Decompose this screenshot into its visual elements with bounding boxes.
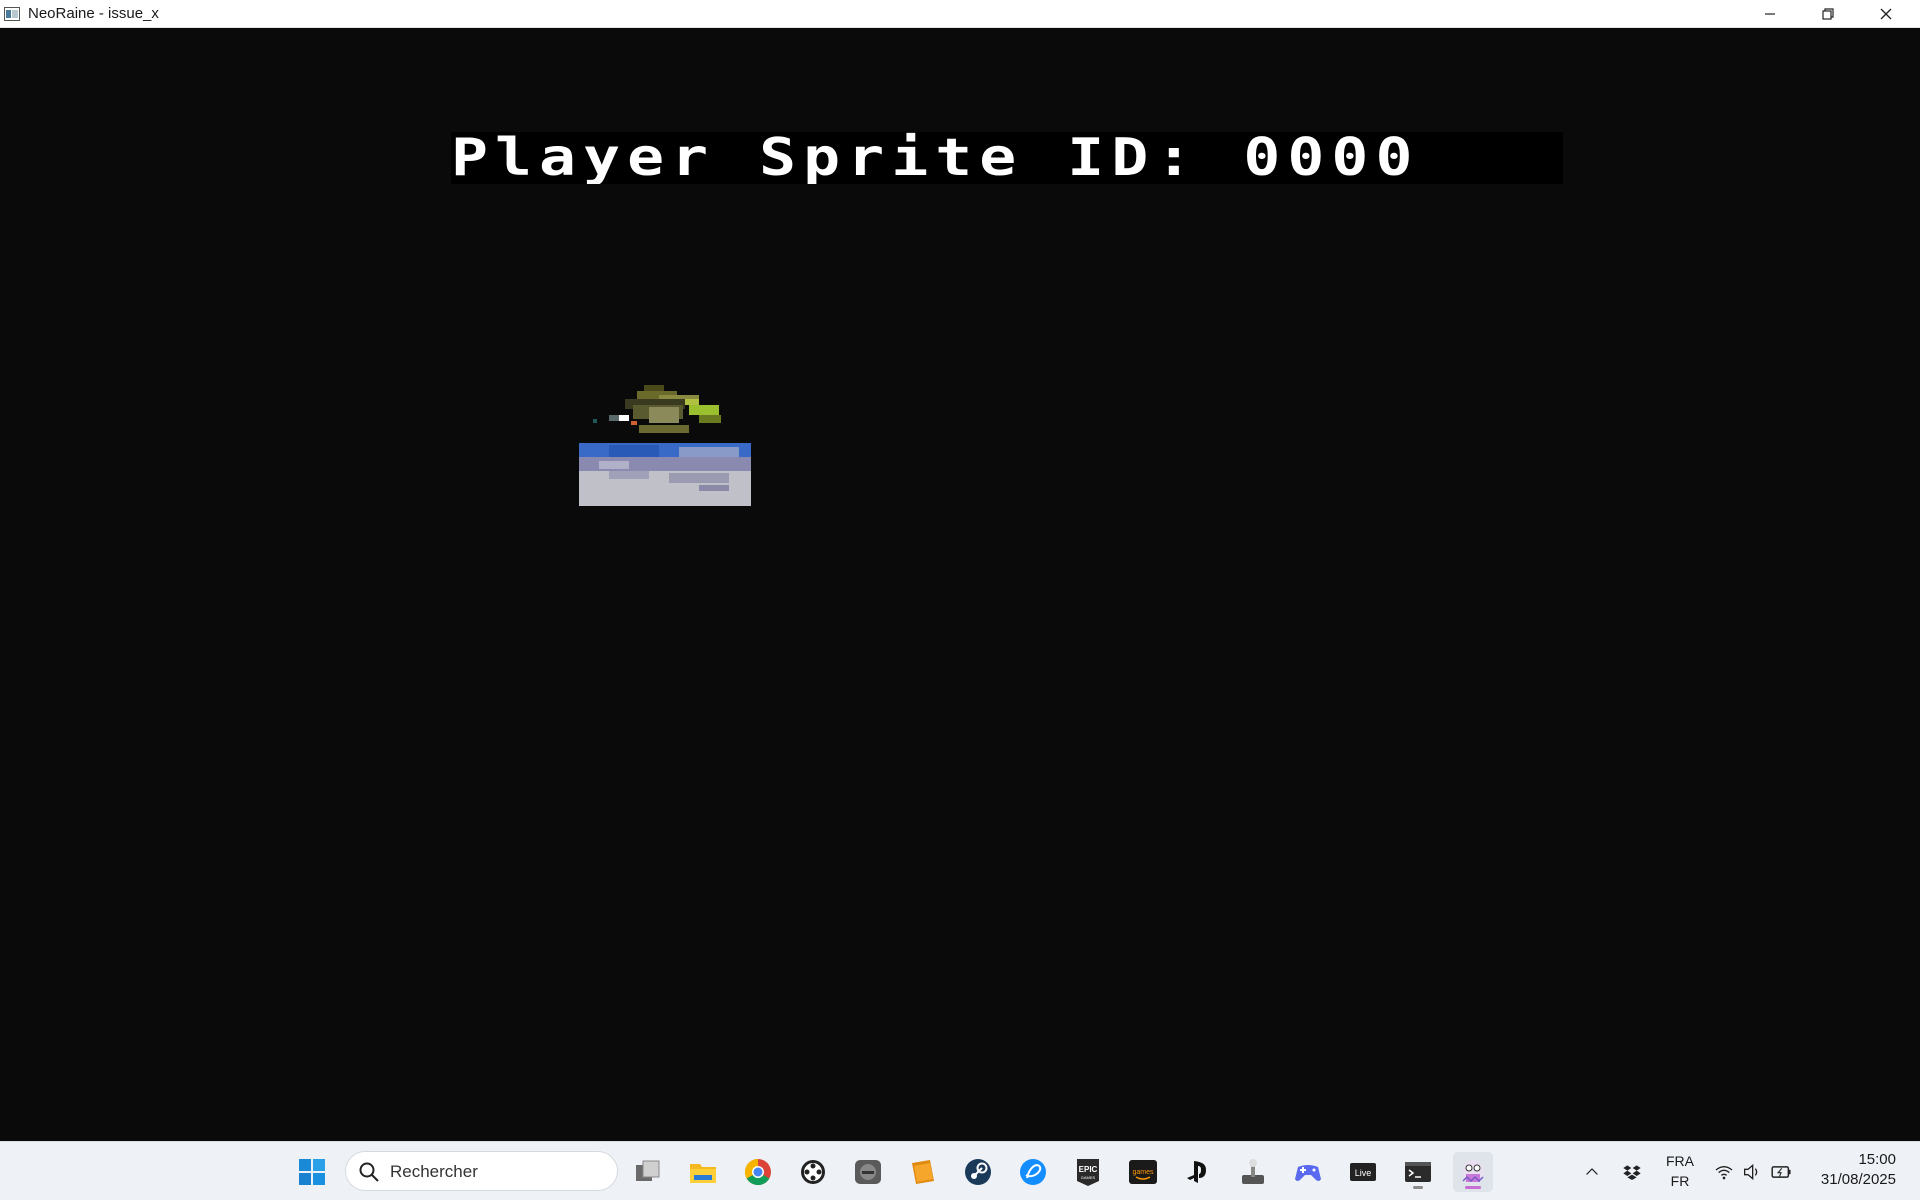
clock-time: 15:00 xyxy=(1858,1151,1896,1168)
epic-games-button[interactable]: EPIC GAMES xyxy=(1068,1152,1108,1192)
epic-games-icon: EPIC GAMES xyxy=(1077,1159,1099,1186)
svg-text:EPIC: EPIC xyxy=(1079,1165,1098,1174)
terminal-button[interactable] xyxy=(1398,1152,1438,1192)
sprite-title-banner: Player Sprite ID: 0000 xyxy=(451,132,1563,184)
svg-text:Live: Live xyxy=(1355,1168,1372,1178)
chrome-icon xyxy=(744,1158,771,1186)
amazon-games-button[interactable]: games xyxy=(1123,1152,1163,1192)
joystick-icon xyxy=(1242,1159,1264,1184)
live-button[interactable]: Live xyxy=(1343,1152,1383,1192)
steam-icon xyxy=(965,1159,991,1185)
dropbox-tray-button[interactable] xyxy=(1612,1152,1652,1192)
steam-button[interactable] xyxy=(958,1152,998,1192)
clock[interactable]: 15:00 31/08/2025 xyxy=(1821,1150,1896,1190)
controller-button[interactable] xyxy=(1288,1152,1328,1192)
folder-app-icon xyxy=(912,1160,934,1184)
gamepad-launcher-button[interactable] xyxy=(793,1152,833,1192)
language-indicator[interactable]: FRA FR xyxy=(1660,1151,1700,1191)
task-view-icon xyxy=(636,1160,660,1181)
retro-console-button[interactable] xyxy=(848,1152,888,1192)
active-indicator xyxy=(1465,1186,1481,1189)
keyboard-layout: FR xyxy=(1670,1173,1690,1189)
minimize-button[interactable] xyxy=(1741,0,1799,28)
joystick-button[interactable] xyxy=(1233,1152,1273,1192)
playstation-icon xyxy=(1187,1161,1206,1183)
window-titlebar: NeoRaine - issue_x xyxy=(0,0,1920,28)
clock-date: 31/08/2025 xyxy=(1820,1171,1896,1188)
chrome-button[interactable] xyxy=(738,1152,778,1192)
task-view-button[interactable] xyxy=(628,1152,668,1192)
restore-button[interactable] xyxy=(1799,0,1857,28)
sprite-title-text: Player Sprite ID: 0000 xyxy=(451,132,1420,184)
search-input[interactable]: Rechercher xyxy=(345,1151,618,1191)
search-placeholder: Rechercher xyxy=(390,1162,478,1181)
live-icon: Live xyxy=(1350,1163,1376,1181)
amazon-games-icon: games xyxy=(1129,1160,1157,1184)
battlenet-button[interactable] xyxy=(1013,1152,1053,1192)
minimize-icon xyxy=(1765,13,1775,15)
chevron-up-icon xyxy=(1586,1168,1598,1175)
windows-start-icon xyxy=(299,1159,325,1185)
taskbar: Rechercher EPIC GAMES games Live FRA FR … xyxy=(0,1141,1920,1200)
app-icon xyxy=(4,7,20,21)
network-volume-battery-button[interactable] xyxy=(1708,1152,1798,1192)
svg-text:games: games xyxy=(1132,1169,1154,1176)
neoraine-icon xyxy=(1462,1160,1484,1183)
folder-app-button[interactable] xyxy=(903,1152,943,1192)
dropbox-icon xyxy=(1623,1165,1641,1180)
game-viewport[interactable]: Player Sprite ID: 0000 xyxy=(0,28,1920,1141)
svg-text:GAMES: GAMES xyxy=(1081,1175,1096,1180)
restore-icon xyxy=(1822,8,1834,20)
controller-icon xyxy=(1295,1165,1321,1181)
volume-icon xyxy=(1744,1163,1758,1181)
language-code: FRA xyxy=(1666,1153,1694,1169)
battery-icon xyxy=(1771,1166,1791,1178)
spaceship-over-water-sprite xyxy=(579,385,751,506)
wifi-icon xyxy=(1715,1166,1733,1180)
close-icon xyxy=(1880,8,1892,20)
gamepad-launcher-icon xyxy=(801,1160,825,1184)
close-button[interactable] xyxy=(1857,0,1915,28)
window-title: NeoRaine - issue_x xyxy=(28,5,159,22)
running-indicator xyxy=(1413,1186,1423,1189)
playstation-button[interactable] xyxy=(1178,1152,1218,1192)
search-icon xyxy=(359,1162,379,1182)
retro-console-icon xyxy=(855,1160,881,1184)
file-explorer-button[interactable] xyxy=(683,1152,723,1192)
show-hidden-icons-button[interactable] xyxy=(1572,1152,1612,1192)
neoraine-button[interactable] xyxy=(1453,1152,1493,1192)
battlenet-icon xyxy=(1020,1159,1046,1185)
file-explorer-icon xyxy=(690,1164,716,1183)
start-button[interactable] xyxy=(292,1152,332,1192)
terminal-icon xyxy=(1405,1162,1431,1182)
